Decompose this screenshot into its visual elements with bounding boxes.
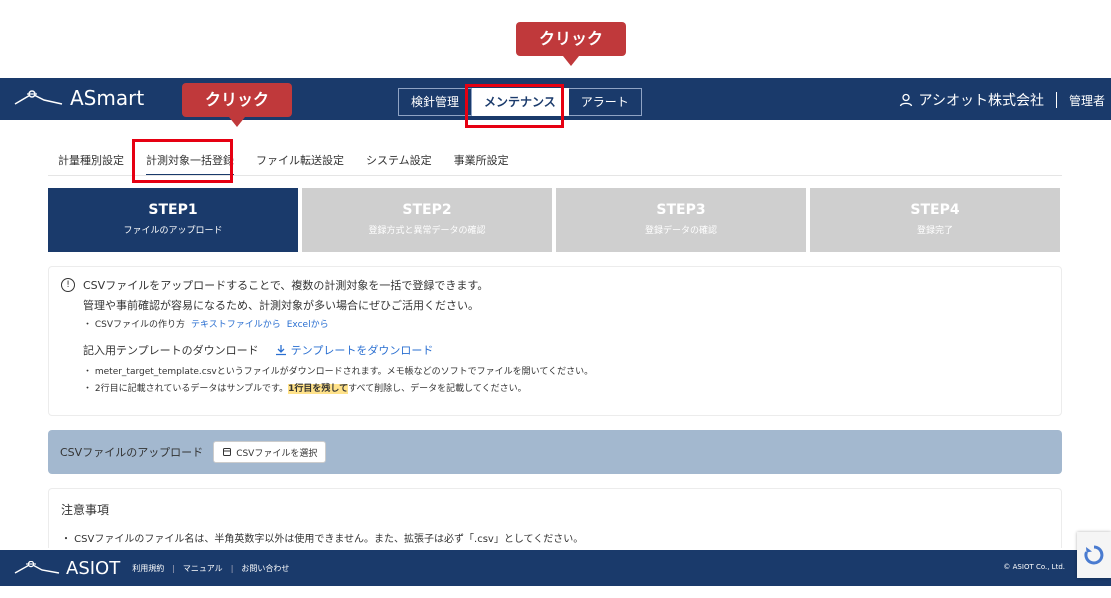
company-name: アシオット株式会社 <box>918 93 1044 109</box>
info-icon: ! <box>61 278 75 292</box>
select-csv-button[interactable]: CSVファイルを選択 <box>213 441 327 463</box>
select-csv-label: CSVファイルを選択 <box>236 448 318 459</box>
footer-link-separator: | <box>230 563 234 573</box>
download-icon <box>275 345 286 356</box>
step-4: STEP4 登録完了 <box>810 188 1060 252</box>
step-title: STEP2 <box>402 202 452 218</box>
sub-navigation: 計量種別設定 計測対象一括登録 ファイル転送設定 システム設定 事業所設定 <box>58 152 531 176</box>
template-download-text: テンプレートをダウンロード <box>290 344 434 357</box>
recaptcha-badge[interactable] <box>1077 532 1111 578</box>
subnav-file-transfer-settings[interactable]: ファイル転送設定 <box>256 152 344 176</box>
note-2-highlight: 1行目を残して <box>288 384 349 394</box>
template-note-1: ・ meter_target_template.csvというファイルがダウンロー… <box>83 367 594 377</box>
click-callout-left: クリック <box>182 83 292 127</box>
notes-card: 注意事項 ・ CSVファイルのファイル名は、半角英数字以外は使用できません。また… <box>48 488 1062 548</box>
howto-excel-link[interactable]: Excelから <box>287 317 329 330</box>
footer-logo-mark-icon <box>14 561 60 574</box>
step-subtitle: ファイルのアップロード <box>123 226 223 236</box>
subnav-meter-type-settings[interactable]: 計量種別設定 <box>58 152 124 176</box>
app-logo[interactable]: ASmart <box>14 86 144 110</box>
subnav-office-settings[interactable]: 事業所設定 <box>454 152 509 176</box>
bulk-registration-highlight <box>132 139 233 183</box>
howto-label: ・ CSVファイルの作り方 <box>83 320 186 330</box>
upload-label: CSVファイルのアップロード <box>60 446 204 459</box>
template-note-2: ・ 2行目に記載されているデータはサンプルです。1行目を残してすべて削除し、デー… <box>61 381 1049 394</box>
notes-text: ・ CSVファイルのファイル名は、半角英数字以外は使用できません。また、拡張子は… <box>61 534 584 545</box>
footer-logo[interactable]: ASIOT <box>14 558 120 579</box>
step-3: STEP3 登録データの確認 <box>556 188 806 252</box>
header-divider <box>1055 92 1057 108</box>
info-card: ! CSVファイルをアップロードすることで、複数の計測対象を一括で登録できます。… <box>48 266 1062 416</box>
user-menu[interactable]: アシオット株式会社 管理者 <box>899 90 1105 110</box>
step-subtitle: 登録完了 <box>916 226 953 236</box>
copyright: © ASIOT Co., Ltd. <box>1003 563 1065 571</box>
note-2-prefix: ・ 2行目に記載されているデータはサンプルです。 <box>83 384 289 394</box>
footer-link-manual[interactable]: マニュアル <box>183 563 223 574</box>
step-title: STEP4 <box>910 202 960 218</box>
template-label: 記入用テンプレートのダウンロード <box>83 344 259 357</box>
footer-logo-text: ASIOT <box>66 557 121 579</box>
tab-alert[interactable]: アラート <box>568 88 642 116</box>
step-title: STEP1 <box>148 202 198 218</box>
howto-text-link[interactable]: テキストファイルから <box>191 317 281 330</box>
step-2: STEP2 登録方式と異常データの確認 <box>302 188 552 252</box>
logo-mark-icon <box>14 90 63 105</box>
user-icon <box>899 93 912 107</box>
logo-text: ASmart <box>70 86 145 110</box>
template-download-row: 記入用テンプレートのダウンロード テンプレートをダウンロード <box>61 342 1049 358</box>
info-line-1: CSVファイルをアップロードすることで、複数の計測対象を一括で登録できます。 <box>83 279 489 292</box>
footer-link-contact[interactable]: お問い合わせ <box>241 563 289 574</box>
app-footer: ASIOT 利用規約 | マニュアル | お問い合わせ © ASIOT Co.,… <box>0 550 1111 586</box>
note-2-suffix: すべて削除し、データを記載してください。 <box>348 384 527 394</box>
step-1: STEP1 ファイルのアップロード <box>48 188 298 252</box>
step-indicator: STEP1 ファイルのアップロード STEP2 登録方式と異常データの確認 ST… <box>48 188 1060 252</box>
subnav-system-settings[interactable]: システム設定 <box>366 152 432 176</box>
info-intro: ! CSVファイルをアップロードすることで、複数の計測対象を一括で登録できます。 <box>61 277 1049 293</box>
step-title: STEP3 <box>656 202 706 218</box>
info-intro-2: 管理や事前確認が容易になるため、計測対象が多い場合にぜひご活用ください。 <box>61 297 1049 313</box>
click-callout-top: クリック <box>516 22 626 66</box>
template-download-link[interactable]: テンプレートをダウンロード <box>275 342 434 358</box>
footer-links: 利用規約 | マニュアル | お問い合わせ <box>132 563 289 574</box>
tab-meter-management[interactable]: 検針管理 <box>398 88 473 116</box>
user-role: 管理者 <box>1068 93 1105 108</box>
notes-title: 注意事項 <box>61 503 110 517</box>
footer-link-separator: | <box>172 563 175 573</box>
step-subtitle: 登録データの確認 <box>644 226 717 236</box>
recaptcha-icon <box>1084 545 1104 565</box>
footer-link-terms[interactable]: 利用規約 <box>132 563 164 574</box>
info-line-2: 管理や事前確認が容易になるため、計測対象が多い場合にぜひご活用ください。 <box>83 299 479 312</box>
step-subtitle: 登録方式と異常データの確認 <box>368 226 486 236</box>
csv-upload-bar: CSVファイルのアップロード CSVファイルを選択 <box>48 430 1062 474</box>
maintenance-tab-highlight <box>465 84 564 128</box>
file-icon <box>223 448 232 456</box>
howto-row: ・ CSVファイルの作り方 テキストファイルから Excelから <box>61 317 1049 330</box>
